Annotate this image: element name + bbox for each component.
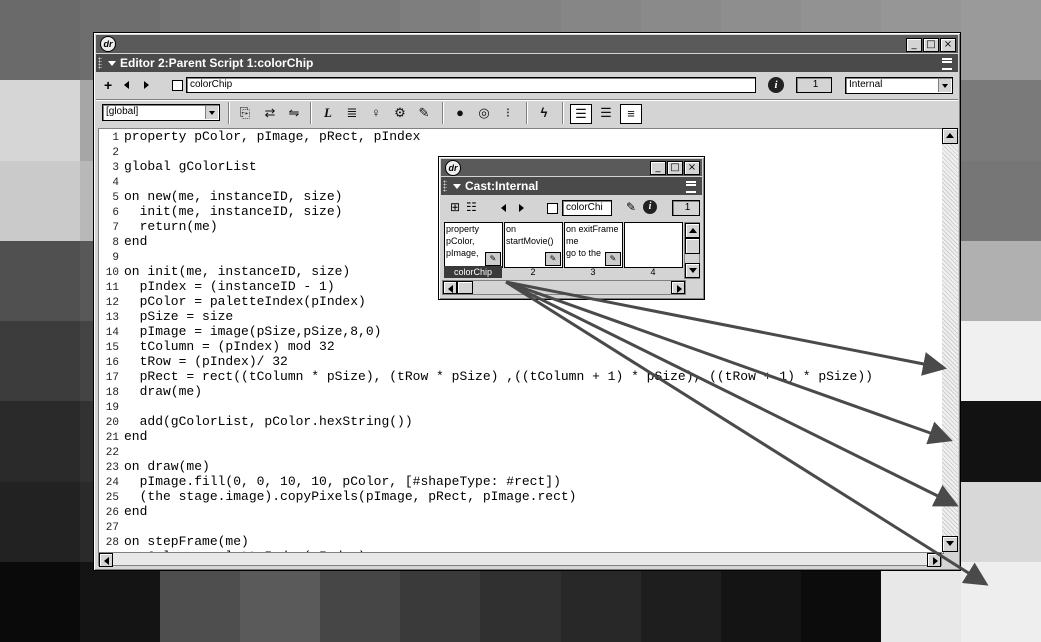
arrow-2	[505, 280, 953, 445]
arrow-3	[505, 280, 959, 507]
arrow-4	[505, 280, 989, 586]
annotation-arrows	[505, 280, 989, 586]
